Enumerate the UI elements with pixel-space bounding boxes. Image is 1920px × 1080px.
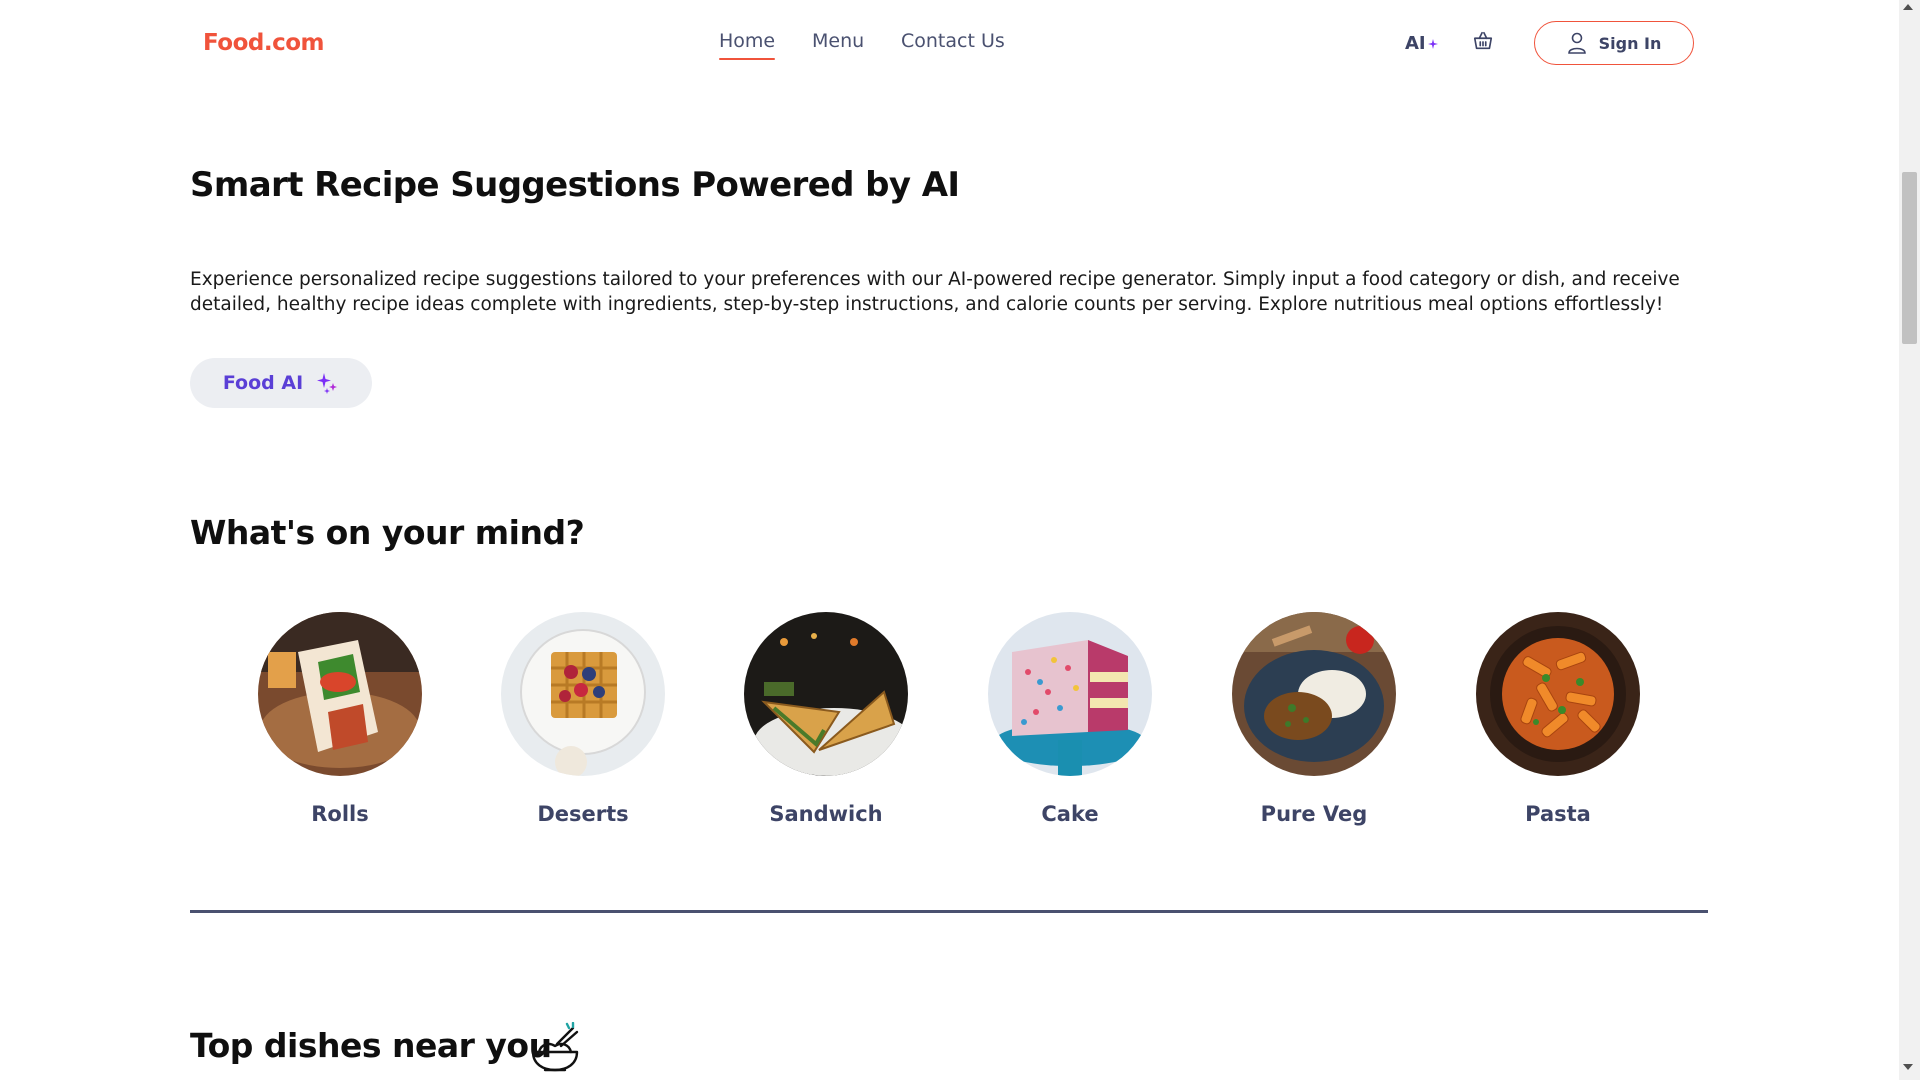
category-image-pasta (1476, 612, 1640, 776)
scrollbar-track[interactable] (1899, 0, 1920, 1080)
category-image-cake (988, 612, 1152, 776)
nav-contact-us[interactable]: Contact Us (901, 30, 1005, 52)
category-label: Pure Veg (1260, 802, 1368, 826)
ai-link[interactable]: AI (1405, 33, 1439, 54)
category-image-sandwich (744, 612, 908, 776)
hero-title: Smart Recipe Suggestions Powered by AI (190, 165, 960, 205)
scroll-down-arrow[interactable] (1903, 1064, 1913, 1070)
category-rolls[interactable]: Rolls (257, 612, 423, 826)
sign-in-label: Sign In (1598, 33, 1662, 53)
category-pure-veg[interactable]: Pure Veg (1231, 612, 1397, 826)
nav-home[interactable]: Home (719, 30, 776, 60)
category-cake[interactable]: Cake (987, 612, 1153, 826)
ai-label: AI (1405, 33, 1426, 54)
category-deserts[interactable]: Deserts (500, 612, 666, 826)
sparkle-icon (1427, 38, 1438, 49)
category-label: Cake (1041, 802, 1099, 826)
scroll-up-arrow[interactable] (1903, 4, 1913, 10)
hero-description: Experience personalized recipe suggestio… (190, 269, 1680, 315)
food-ai-label: Food AI (222, 372, 304, 394)
category-sandwich[interactable]: Sandwich (743, 612, 909, 826)
category-image-rolls (258, 612, 422, 776)
categories-title: What's on your mind? (190, 513, 585, 552)
category-pasta[interactable]: Pasta (1475, 612, 1641, 826)
bowl-icon (531, 1022, 579, 1072)
site-logo[interactable]: Food.com (203, 30, 324, 56)
sparkle-icon (317, 373, 338, 394)
sign-in-button[interactable]: Sign In (1534, 21, 1694, 65)
section-divider (190, 910, 1708, 913)
food-ai-button[interactable]: Food AI (190, 358, 372, 408)
category-label: Sandwich (769, 802, 883, 826)
top-dishes-title: Top dishes near you (190, 1026, 552, 1065)
category-label: Deserts (537, 802, 629, 826)
category-label: Pasta (1525, 802, 1591, 826)
category-image-pure-veg (1232, 612, 1396, 776)
nav-menu[interactable]: Menu (812, 30, 864, 52)
category-label: Rolls (311, 802, 369, 826)
user-icon (1567, 32, 1586, 54)
scrollbar-thumb[interactable] (1902, 172, 1917, 344)
category-image-deserts (501, 612, 665, 776)
basket-icon[interactable] (1472, 30, 1494, 52)
